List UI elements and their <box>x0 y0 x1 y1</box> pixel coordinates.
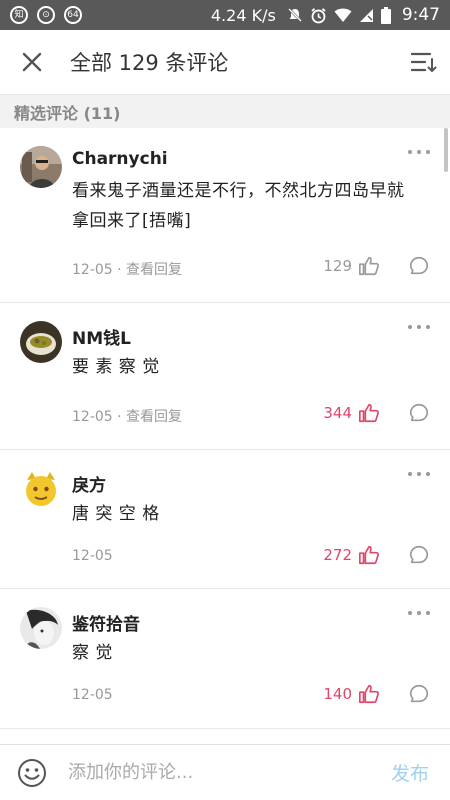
avatar-cartoon <box>20 468 62 510</box>
comment-username[interactable]: 鉴符拾音 <box>72 610 140 635</box>
emoji-button[interactable] <box>0 745 64 800</box>
sort-button[interactable] <box>408 46 440 78</box>
mute-bell-icon <box>287 8 302 22</box>
reply-bubble-icon[interactable] <box>408 544 430 566</box>
close-icon <box>22 52 42 72</box>
comments-header: 全部 129 条评论 <box>0 30 450 94</box>
cell-signal-icon <box>359 8 373 22</box>
avatar-photo <box>20 321 62 363</box>
network-speed: 4.24 K/s <box>210 5 276 25</box>
comment-item: 鉴符拾音 察 觉 12-05 140 <box>0 589 450 729</box>
more-options-button[interactable] <box>408 145 430 159</box>
comment-text: 察 觉 <box>72 643 113 663</box>
avatar[interactable] <box>20 607 62 649</box>
reply-bubble-icon[interactable] <box>408 402 430 424</box>
comment-composer: 发布 <box>0 744 450 800</box>
avatar-drawing <box>20 607 62 649</box>
badge-64-text: 64 <box>67 9 79 20</box>
featured-section-header: 精选评论 (11) <box>0 94 450 128</box>
avatar[interactable] <box>20 468 62 510</box>
comment-username[interactable]: 戾方 <box>72 471 106 496</box>
close-button[interactable] <box>0 30 64 94</box>
comment-meta[interactable]: 12-05 · 查看回复 <box>72 259 182 279</box>
publish-button[interactable]: 发布 <box>378 759 442 786</box>
comment-item: Charnychi 看来鬼子酒量还是不行，不然北方四岛早就拿回来了[捂嘴] 12… <box>0 128 450 303</box>
more-options-button[interactable] <box>408 320 430 334</box>
like-count: 272 <box>323 546 352 564</box>
alarm-icon <box>311 7 326 23</box>
like-count: 140 <box>323 685 352 703</box>
app-notification-icon: ⊙ <box>37 6 55 24</box>
reply-bubble-icon[interactable] <box>408 255 430 277</box>
reply-bubble-icon[interactable] <box>408 683 430 705</box>
comment-item: 戾方 唐 突 空 格 12-05 272 <box>0 450 450 589</box>
comment-text: 看来鬼子酒量还是不行，不然北方四岛早就拿回来了[捂嘴] <box>72 181 405 231</box>
comment-text: 唐 突 空 格 <box>72 504 160 524</box>
comment-meta: 12-05 <box>72 687 113 703</box>
page-title: 全部 129 条评论 <box>70 51 229 75</box>
featured-section-label: 精选评论 (11) <box>14 103 121 123</box>
like-count: 344 <box>323 404 352 422</box>
zhihu-notification-icon: 知 <box>10 6 28 24</box>
clock: 9:47 <box>401 5 440 25</box>
status-bar: 知 ⊙ 64 4.24 K/s 9:47 <box>0 0 450 30</box>
more-options-button[interactable] <box>408 606 430 620</box>
more-options-button[interactable] <box>408 467 430 481</box>
wifi-icon <box>334 8 352 22</box>
comment-meta[interactable]: 12-05 · 查看回复 <box>72 406 182 426</box>
thumbs-up-icon[interactable] <box>358 402 380 424</box>
comment-username[interactable]: Charnychi <box>72 149 168 169</box>
zhihu-notification-text: 知 <box>14 9 24 20</box>
comment-meta: 12-05 <box>72 548 113 564</box>
avatar-photo <box>20 146 62 188</box>
battery-icon <box>380 6 391 24</box>
comment-username[interactable]: NM钱L <box>72 324 131 349</box>
thumbs-up-icon[interactable] <box>358 544 380 566</box>
emoji-icon <box>18 758 46 787</box>
comment-item: NM钱L 要 素 察 觉 12-05 · 查看回复 344 <box>0 303 450 450</box>
comment-text: 要 素 察 觉 <box>72 357 160 377</box>
comment-input[interactable] <box>64 752 378 793</box>
avatar[interactable] <box>20 321 62 363</box>
thumbs-up-icon[interactable] <box>358 683 380 705</box>
sort-icon <box>411 52 437 73</box>
like-count: 129 <box>323 257 352 275</box>
avatar[interactable] <box>20 146 62 188</box>
app-notification-text: ⊙ <box>42 9 50 20</box>
badge-64-icon: 64 <box>64 6 82 24</box>
thumbs-up-icon[interactable] <box>358 255 380 277</box>
